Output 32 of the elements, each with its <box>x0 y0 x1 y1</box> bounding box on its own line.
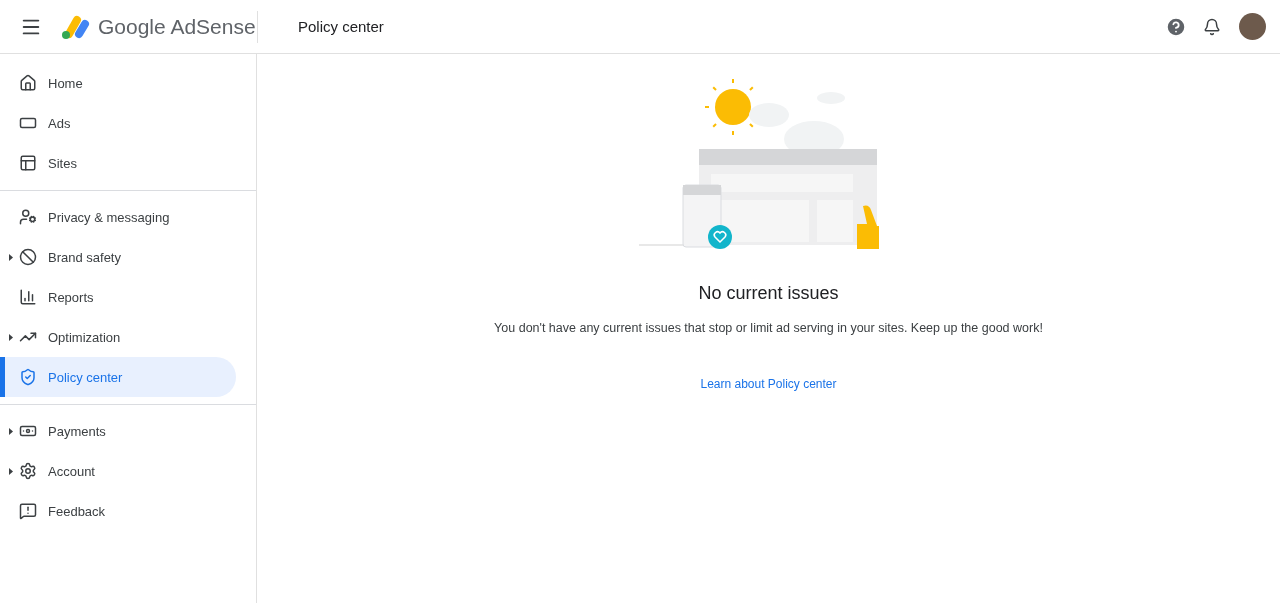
learn-more-link[interactable]: Learn about Policy center <box>700 377 837 391</box>
sidebar-item[interactable]: Brand safety <box>0 237 236 277</box>
page-title: Policy center <box>298 18 384 35</box>
product-name: Google AdSense <box>98 14 256 39</box>
sidebar-item[interactable]: Privacy & messaging <box>0 197 236 237</box>
empty-state-message: You don't have any current issues that stop or limit ad serving in your sites. Keep up the good work! <box>494 321 1043 335</box>
caret-icon <box>9 428 13 435</box>
person-icon <box>19 208 37 226</box>
bar-chart-icon <box>19 288 37 306</box>
bell-icon <box>1203 17 1221 36</box>
sidebar-item[interactable]: Ads <box>0 103 236 143</box>
avatar[interactable] <box>1239 13 1266 40</box>
caret-icon <box>9 254 13 261</box>
help-icon <box>1165 15 1187 38</box>
settings-icon <box>19 462 37 480</box>
window-icon <box>19 154 37 172</box>
caret-icon <box>9 334 13 341</box>
shield-icon <box>19 368 37 386</box>
sidebar-item[interactable]: Optimization <box>0 317 236 357</box>
home-icon <box>19 74 37 92</box>
logo-icon <box>60 14 90 39</box>
sidebar-item[interactable]: Payments <box>0 411 236 451</box>
feedback-icon <box>19 502 37 520</box>
prohibited-icon <box>19 248 37 266</box>
empty-state-title: No current issues <box>698 283 839 304</box>
sidebar-item[interactable]: Account <box>0 451 236 491</box>
sidebar-item[interactable]: Sites <box>0 143 236 183</box>
caret-icon <box>9 468 13 475</box>
sidebar-item[interactable]: Policy center <box>0 357 236 397</box>
sidebar-item[interactable]: Home <box>0 63 236 103</box>
sidebar-item[interactable]: Reports <box>0 277 236 317</box>
sidebar-item[interactable]: Feedback <box>0 491 236 531</box>
